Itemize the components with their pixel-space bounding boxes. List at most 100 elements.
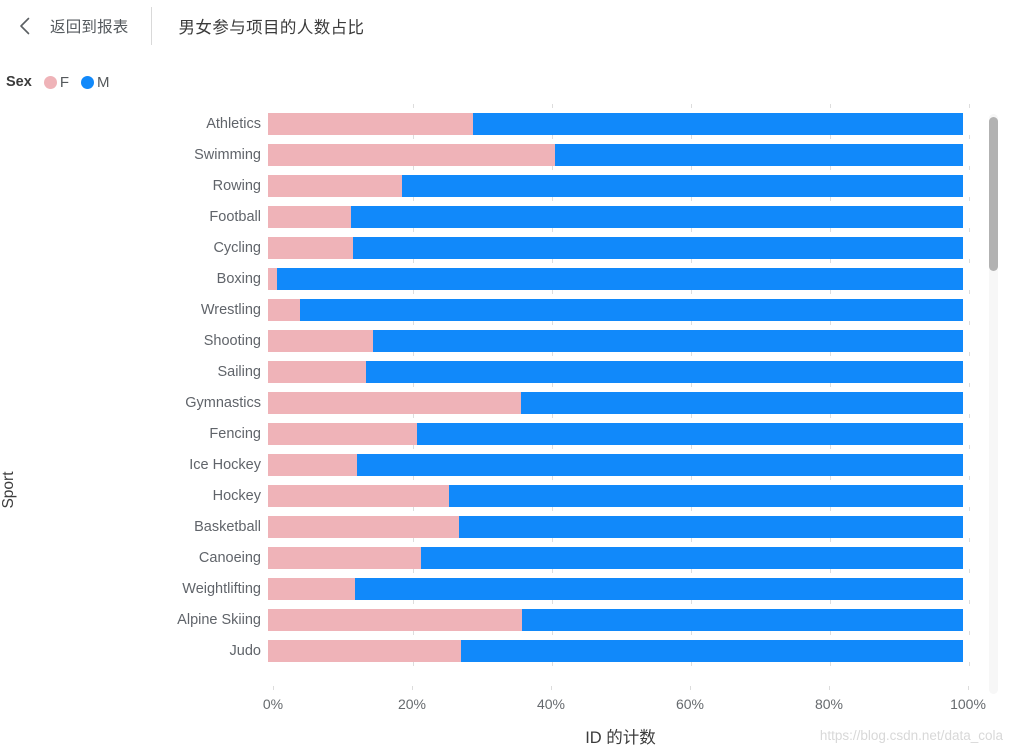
y-axis-tick-label: Alpine Skiing bbox=[177, 611, 261, 628]
vertical-scrollbar-track[interactable] bbox=[989, 114, 998, 694]
bar-segment-male[interactable] bbox=[473, 112, 963, 135]
bar-segment-male[interactable] bbox=[372, 329, 963, 352]
bar-track bbox=[268, 484, 963, 507]
bar-row[interactable]: Rowing bbox=[140, 170, 980, 201]
bar-segment-male[interactable] bbox=[449, 484, 963, 507]
y-axis-tick-label: Judo bbox=[229, 642, 261, 659]
bar-track bbox=[268, 422, 963, 445]
y-axis-tick-label: Football bbox=[209, 208, 261, 225]
bar-track bbox=[268, 515, 963, 538]
legend-item-f[interactable]: F bbox=[43, 73, 69, 91]
app-header: 返回到报表 男女参与项目的人数占比 bbox=[0, 0, 1009, 52]
bar-row[interactable]: Shooting bbox=[140, 325, 980, 356]
bar-segment-female[interactable] bbox=[268, 267, 278, 290]
bar-segment-female[interactable] bbox=[268, 608, 522, 631]
bar-segment-female[interactable] bbox=[268, 174, 403, 197]
y-axis-tick-label: Shooting bbox=[203, 332, 261, 349]
bar-segment-male[interactable] bbox=[402, 174, 963, 197]
bar-segment-male[interactable] bbox=[417, 422, 963, 445]
bar-segment-male[interactable] bbox=[521, 608, 963, 631]
bar-segment-male[interactable] bbox=[356, 453, 963, 476]
x-axis-tick-label: 60% bbox=[675, 696, 705, 712]
vertical-scrollbar-thumb[interactable] bbox=[989, 117, 998, 271]
legend-item-m[interactable]: M bbox=[80, 73, 110, 91]
bar-segment-male[interactable] bbox=[420, 546, 963, 569]
bar-segment-male[interactable] bbox=[461, 639, 963, 662]
legend-label-f: F bbox=[59, 73, 69, 91]
bar-row[interactable]: Wrestling bbox=[140, 294, 980, 325]
bar-segment-female[interactable] bbox=[268, 546, 421, 569]
bar-row[interactable]: Weightlifting bbox=[140, 573, 980, 604]
bar-row[interactable]: Judo bbox=[140, 635, 980, 666]
bar-segment-female[interactable] bbox=[268, 639, 462, 662]
y-axis-tick-label: Boxing bbox=[216, 270, 261, 287]
bar-track bbox=[268, 608, 963, 631]
bar-segment-female[interactable] bbox=[268, 143, 556, 166]
y-axis-tick-label: Ice Hockey bbox=[189, 456, 261, 473]
bar-segment-female[interactable] bbox=[268, 422, 418, 445]
bar-segment-female[interactable] bbox=[268, 391, 521, 414]
bar-segment-male[interactable] bbox=[299, 298, 963, 321]
bar-segment-female[interactable] bbox=[268, 515, 460, 538]
bar-row[interactable]: Cycling bbox=[140, 232, 980, 263]
bar-row[interactable]: Alpine Skiing bbox=[140, 604, 980, 635]
x-axis-tick-mark bbox=[829, 686, 830, 690]
bar-segment-female[interactable] bbox=[268, 236, 353, 259]
bar-segment-female[interactable] bbox=[268, 205, 351, 228]
bar-segment-female[interactable] bbox=[268, 329, 373, 352]
bar-row[interactable]: Basketball bbox=[140, 511, 980, 542]
bar-segment-female[interactable] bbox=[268, 360, 366, 383]
bar-segment-male[interactable] bbox=[366, 360, 963, 383]
bar-track bbox=[268, 577, 963, 600]
legend-label-m: M bbox=[96, 73, 110, 91]
x-axis-tick-label: 100% bbox=[950, 696, 986, 712]
x-axis-tick-label: 40% bbox=[536, 696, 566, 712]
x-axis-tick-mark bbox=[273, 686, 274, 690]
bar-segment-male[interactable] bbox=[459, 515, 963, 538]
chevron-left-icon bbox=[20, 17, 30, 35]
x-axis-tick-label: 20% bbox=[397, 696, 427, 712]
y-axis-tick-label: Swimming bbox=[194, 146, 261, 163]
legend-title: Sex bbox=[6, 74, 32, 90]
bar-segment-female[interactable] bbox=[268, 484, 450, 507]
bar-row[interactable]: Swimming bbox=[140, 139, 980, 170]
bar-row[interactable]: Sailing bbox=[140, 356, 980, 387]
bar-track bbox=[268, 267, 963, 290]
bar-track bbox=[268, 329, 963, 352]
bar-segment-male[interactable] bbox=[555, 143, 963, 166]
y-axis-tick-label: Basketball bbox=[194, 518, 261, 535]
bar-segment-male[interactable] bbox=[277, 267, 963, 290]
bar-segment-female[interactable] bbox=[268, 577, 355, 600]
bar-track bbox=[268, 174, 963, 197]
watermark: https://blog.csdn.net/data_cola bbox=[819, 728, 1003, 743]
x-axis-tick-mark bbox=[412, 686, 413, 690]
bar-segment-female[interactable] bbox=[268, 453, 357, 476]
x-axis-tick-label: 80% bbox=[814, 696, 844, 712]
x-axis: 0% 20% 40% 60% 80% 100% bbox=[263, 686, 986, 720]
bar-track bbox=[268, 298, 963, 321]
legend-swatch-f bbox=[43, 75, 57, 89]
bar-segment-male[interactable] bbox=[350, 205, 963, 228]
y-axis-title: Sport bbox=[0, 471, 17, 509]
bar-segment-male[interactable] bbox=[354, 577, 963, 600]
bar-row[interactable]: Football bbox=[140, 201, 980, 232]
bar-track bbox=[268, 546, 963, 569]
y-axis-tick-label: Weightlifting bbox=[182, 580, 261, 597]
y-axis-tick-label: Sailing bbox=[217, 363, 261, 380]
bar-row[interactable]: Ice Hockey bbox=[140, 449, 980, 480]
bar-row[interactable]: Boxing bbox=[140, 263, 980, 294]
bar-segment-male[interactable] bbox=[520, 391, 963, 414]
back-to-report-button[interactable]: 返回到报表 bbox=[14, 15, 129, 37]
bar-row[interactable]: Canoeing bbox=[140, 542, 980, 573]
bar-row[interactable]: Gymnastics bbox=[140, 387, 980, 418]
bar-row[interactable]: Athletics bbox=[140, 108, 980, 139]
y-axis-tick-label: Gymnastics bbox=[185, 394, 261, 411]
bar-segment-male[interactable] bbox=[352, 236, 963, 259]
x-axis-tick-mark bbox=[551, 686, 552, 690]
bar-row[interactable]: Hockey bbox=[140, 480, 980, 511]
y-axis-tick-label: Canoeing bbox=[198, 549, 261, 566]
bar-segment-female[interactable] bbox=[268, 298, 300, 321]
y-axis-tick-label: Rowing bbox=[212, 177, 261, 194]
bar-segment-female[interactable] bbox=[268, 112, 474, 135]
bar-row[interactable]: Fencing bbox=[140, 418, 980, 449]
